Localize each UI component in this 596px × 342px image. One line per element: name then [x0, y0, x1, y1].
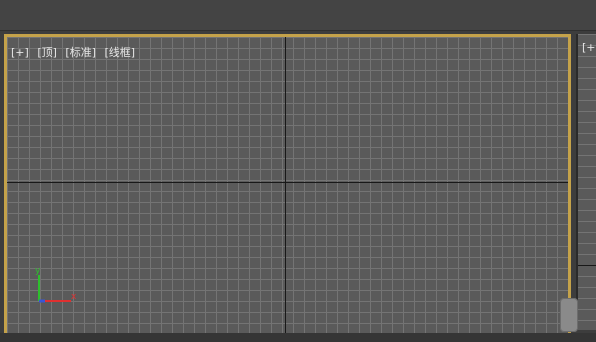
scroll-handle-icon[interactable] — [560, 298, 578, 332]
adjacent-axis-line — [578, 265, 596, 266]
adjacent-viewport-label[interactable]: [+ — [582, 41, 596, 54]
top-toolbar — [0, 0, 596, 31]
adjacent-viewport[interactable]: [+ — [576, 34, 596, 330]
bottom-strip — [0, 333, 596, 342]
gizmo-x-label: x — [71, 292, 77, 302]
world-x-axis-line — [7, 182, 568, 183]
axis-gizmo-icon: y x — [35, 266, 77, 303]
viewport-view-menu[interactable]: [顶] — [37, 46, 57, 59]
gizmo-y-label: y — [35, 266, 41, 276]
viewport-plus-menu[interactable]: [+] — [11, 46, 29, 59]
viewport-label-bar: [+] [顶] [标准] [线框] — [11, 44, 140, 60]
top-viewport[interactable]: [+] [顶] [标准] [线框] y x — [4, 34, 571, 336]
viewport-shading-menu[interactable]: [线框] — [105, 46, 136, 59]
viewport-standard-menu[interactable]: [标准] — [65, 46, 96, 59]
world-y-axis-line — [285, 37, 286, 333]
